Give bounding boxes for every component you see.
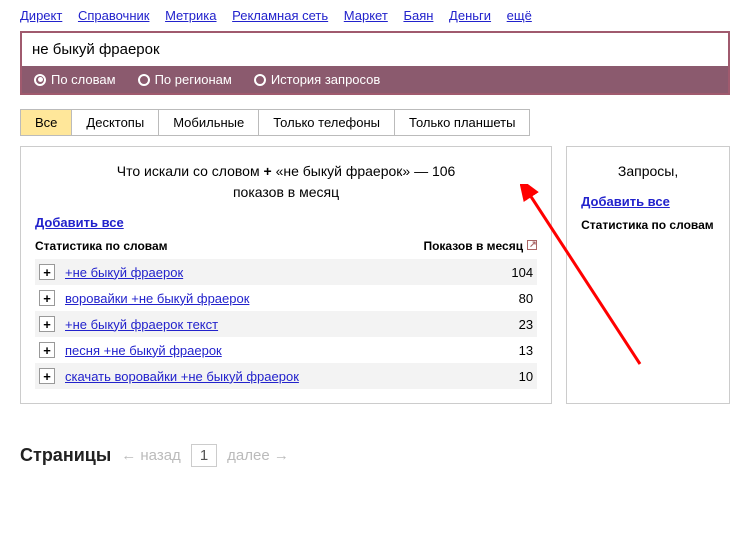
top-link[interactable]: Баян [403, 8, 433, 23]
radio-label: По словам [51, 72, 116, 87]
radio-icon [34, 74, 46, 86]
keyword-link[interactable]: +не быкуй фраерок [65, 265, 483, 280]
tab-tablets-only[interactable]: Только планшеты [394, 109, 530, 136]
pagination-prev[interactable]: ← назад [121, 447, 181, 464]
keyword-link[interactable]: +не быкуй фраерок текст [65, 317, 483, 332]
stats-header-count: Показов в месяц [423, 239, 537, 253]
tab-mobile[interactable]: Мобильные [158, 109, 259, 136]
stats-header-words: Статистика по словам [35, 239, 168, 253]
add-keyword-button[interactable]: + [39, 368, 55, 384]
top-link[interactable]: Маркет [344, 8, 388, 23]
add-all-link[interactable]: Добавить все [35, 215, 124, 230]
tab-phones-only[interactable]: Только телефоны [258, 109, 395, 136]
add-keyword-button[interactable]: + [39, 264, 55, 280]
pagination-page[interactable]: 1 [191, 444, 217, 467]
title-dash: — [414, 163, 428, 179]
table-row: + воровайки +не быкуй фраерок 80 [35, 285, 537, 311]
top-link[interactable]: Деньги [449, 8, 491, 23]
stats-header-words: Статистика по словам [581, 218, 714, 232]
add-keyword-button[interactable]: + [39, 316, 55, 332]
radio-history[interactable]: История запросов [254, 72, 381, 87]
add-keyword-button[interactable]: + [39, 290, 55, 306]
title-suffix: показов в месяц [233, 184, 339, 200]
keyword-count: 23 [483, 317, 533, 332]
top-link[interactable]: Рекламная сеть [232, 8, 328, 23]
radio-label: По регионам [155, 72, 232, 87]
top-links: Директ Справочник Метрика Рекламная сеть… [0, 0, 750, 31]
top-link[interactable]: Справочник [78, 8, 150, 23]
add-all-link[interactable]: Добавить все [581, 194, 670, 209]
device-tabs: Все Десктопы Мобильные Только телефоны Т… [20, 109, 730, 136]
keyword-link[interactable]: воровайки +не быкуй фраерок [65, 291, 483, 306]
keyword-count: 10 [483, 369, 533, 384]
radio-by-words[interactable]: По словам [34, 72, 116, 87]
add-keyword-button[interactable]: + [39, 342, 55, 358]
table-row: + +не быкуй фраерок 104 [35, 259, 537, 285]
title-prefix: Что искали со словом [117, 163, 260, 179]
pagination-label: Страницы [20, 445, 111, 466]
table-row: + +не быкуй фраерок текст 23 [35, 311, 537, 337]
top-link-more[interactable]: ещё [507, 8, 532, 23]
radio-icon [254, 74, 266, 86]
radio-icon [138, 74, 150, 86]
title-count: 106 [432, 163, 455, 179]
radio-label: История запросов [271, 72, 381, 87]
search-box: По словам По регионам История запросов [20, 31, 730, 95]
title-query: «не быкуй фраерок» [276, 163, 411, 179]
top-link[interactable]: Директ [20, 8, 62, 23]
panel-title: Что искали со словом + «не быкуй фраерок… [35, 161, 537, 203]
pagination-next[interactable]: далее → [227, 447, 289, 464]
top-link[interactable]: Метрика [165, 8, 216, 23]
table-row: + скачать воровайки +не быкуй фраерок 10 [35, 363, 537, 389]
keyword-count: 104 [483, 265, 533, 280]
table-row: + песня +не быкуй фраерок 13 [35, 337, 537, 363]
tab-all[interactable]: Все [20, 109, 72, 136]
tab-desktops[interactable]: Десктопы [71, 109, 159, 136]
pagination: Страницы ← назад 1 далее → [20, 444, 730, 467]
keyword-count: 80 [483, 291, 533, 306]
right-panel: Запросы, Добавить все Статистика по слов… [566, 146, 730, 404]
plus-icon: + [263, 163, 271, 179]
panel-title: Запросы, [581, 161, 715, 182]
filter-bar: По словам По регионам История запросов [22, 66, 728, 93]
keyword-link[interactable]: скачать воровайки +не быкуй фраерок [65, 369, 483, 384]
search-input[interactable] [22, 33, 728, 66]
keyword-link[interactable]: песня +не быкуй фраерок [65, 343, 483, 358]
keyword-count: 13 [483, 343, 533, 358]
external-icon [527, 240, 537, 250]
radio-by-regions[interactable]: По регионам [138, 72, 232, 87]
left-panel: Что искали со словом + «не быкуй фраерок… [20, 146, 552, 404]
